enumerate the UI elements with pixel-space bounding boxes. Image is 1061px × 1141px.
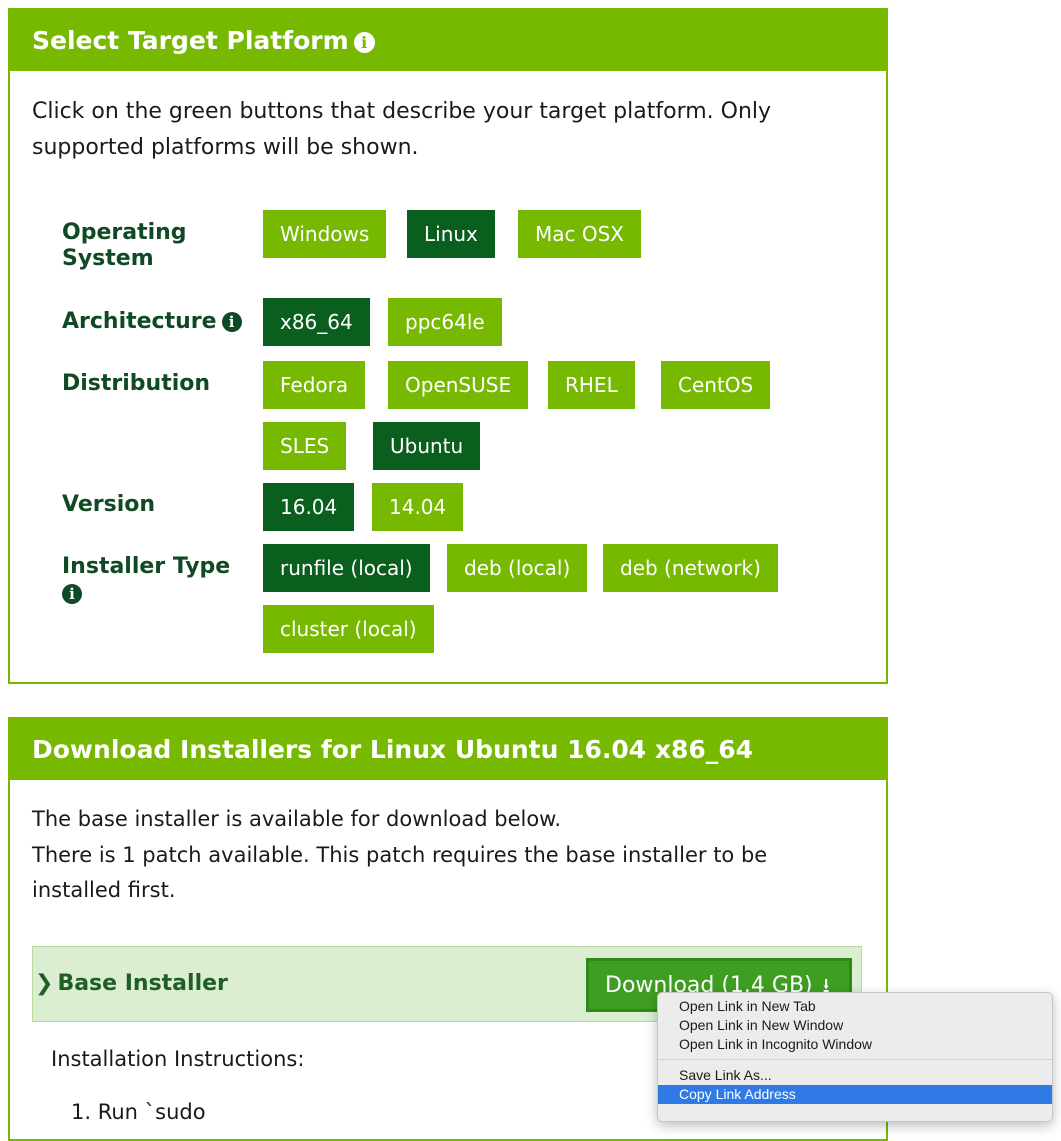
version-label: Version [62, 492, 156, 517]
installer-option-deb-local[interactable]: deb (local) [447, 544, 588, 592]
installer-type-label: Installer Type i [62, 554, 232, 607]
panel-title: Select Target Platform [32, 26, 349, 55]
version-option-16-04[interactable]: 16.04 [263, 483, 355, 531]
distro-option-opensuse[interactable]: OpenSUSE [388, 361, 529, 409]
installer-option-cluster-local[interactable]: cluster (local) [263, 605, 434, 653]
architecture-label-text: Architecture [62, 309, 217, 334]
info-icon[interactable]: i [62, 584, 82, 604]
info-icon[interactable]: i [221, 312, 242, 332]
version-option-14-04[interactable]: 14.04 [372, 483, 464, 531]
distro-option-fedora[interactable]: Fedora [263, 361, 366, 409]
installer-option-runfile-local[interactable]: runfile (local) [263, 544, 430, 592]
menu-item-open-new-window[interactable]: Open Link in New Window [658, 1016, 1052, 1035]
select-target-platform-panel: Select Target Platform i Click on the gre… [8, 8, 888, 684]
installer-type-label-text: Installer Type [62, 554, 231, 579]
menu-separator [658, 1059, 1052, 1060]
chevron-right-icon: ❯ [35, 971, 54, 996]
os-option-windows[interactable]: Windows [263, 210, 387, 258]
info-icon[interactable]: i [353, 32, 375, 53]
instruction-step-1: 1. Run `sudo [71, 1100, 206, 1124]
context-menu: Open Link in New Tab Open Link in New Wi… [657, 992, 1053, 1122]
panel-header: Download Installers for Linux Ubuntu 16.… [10, 719, 886, 780]
menu-item-open-new-tab[interactable]: Open Link in New Tab [658, 997, 1052, 1016]
base-installer-title[interactable]: ❯ Base Installer [35, 947, 228, 1021]
distro-option-sles[interactable]: SLES [263, 422, 347, 470]
arch-option-x86-64[interactable]: x86_64 [263, 298, 370, 346]
distribution-label: Distribution [62, 371, 211, 396]
base-installer-title-text: Base Installer [57, 971, 228, 996]
base-installer-available-text: The base installer is available for down… [32, 807, 562, 831]
menu-item-save-link-as[interactable]: Save Link As... [658, 1066, 1052, 1085]
distro-option-rhel[interactable]: RHEL [548, 361, 635, 409]
os-option-macosx[interactable]: Mac OSX [518, 210, 642, 258]
architecture-label: Architecture i [62, 309, 252, 335]
patch-available-text: There is 1 patch available. This patch r… [32, 843, 768, 867]
installer-option-deb-network[interactable]: deb (network) [603, 544, 778, 592]
menu-item-open-incognito[interactable]: Open Link in Incognito Window [658, 1035, 1052, 1054]
os-label: Operating System [62, 220, 187, 271]
distro-option-centos[interactable]: CentOS [661, 361, 771, 409]
intro-text: Click on the green buttons that describe… [32, 99, 772, 160]
panel-header: Select Target Platform i [10, 10, 886, 71]
menu-item-copy-link-address[interactable]: Copy Link Address [658, 1085, 1052, 1104]
installation-instructions-label: Installation Instructions: [51, 1047, 305, 1071]
patch-available-text-cont: installed first. [32, 878, 176, 902]
distro-option-ubuntu[interactable]: Ubuntu [373, 422, 481, 470]
os-option-linux[interactable]: Linux [407, 210, 495, 258]
arch-option-ppc64le[interactable]: ppc64le [388, 298, 502, 346]
